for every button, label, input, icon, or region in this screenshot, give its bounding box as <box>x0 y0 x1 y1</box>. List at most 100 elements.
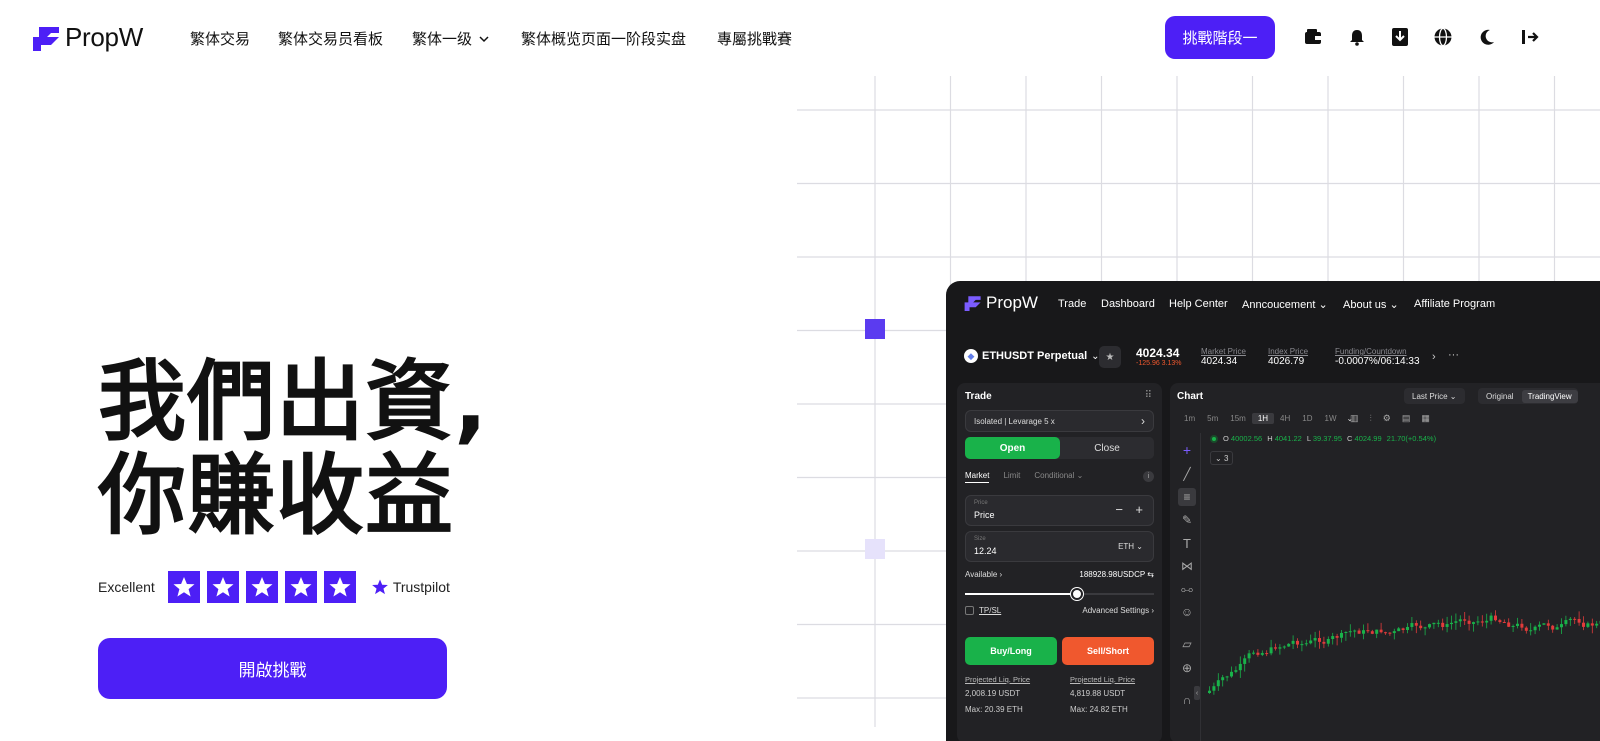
tpsl-checkbox[interactable] <box>965 606 974 615</box>
nav-item-trade[interactable]: 繁体交易 <box>190 28 250 49</box>
drag-handle-icon[interactable]: ⠿ <box>1145 390 1152 401</box>
measure-lines-icon[interactable]: ⧟ <box>1178 580 1196 598</box>
tpsl-label: TP/SL <box>979 606 1001 615</box>
interval-tab-5m[interactable]: 5m <box>1201 413 1224 424</box>
view-tab-original[interactable]: Original <box>1478 392 1522 401</box>
start-challenge-button[interactable]: 開啟挑戰 <box>98 638 447 699</box>
candle-type-icon[interactable]: ▥ <box>1350 413 1359 424</box>
app-nav-about-us[interactable]: About us ⌄ <box>1343 298 1399 311</box>
nav-item-overview[interactable]: 繁体概览页面一阶段实盘 <box>521 28 686 49</box>
ruler-icon[interactable]: ▱ <box>1178 635 1196 653</box>
trustpilot-brand[interactable]: Trustpilot <box>371 578 450 596</box>
candlestick-chart[interactable] <box>1204 503 1600 741</box>
chevron-right-icon[interactable]: › <box>1432 351 1436 363</box>
app-nav-help-center[interactable]: Help Center <box>1169 298 1228 310</box>
app-nav-dashboard[interactable]: Dashboard <box>1101 298 1155 310</box>
candle-body <box>1296 641 1299 645</box>
challenge-phase-one-button[interactable]: 挑戰階段一 <box>1165 16 1275 59</box>
close-tab[interactable]: Close <box>1060 437 1154 459</box>
buy-long-button[interactable]: Buy/Long <box>965 637 1057 665</box>
app-nav-trade[interactable]: Trade <box>1058 298 1086 310</box>
nav-item-trader-board[interactable]: 繁体交易员看板 <box>278 28 383 49</box>
app-nav-announcement[interactable]: Anncoucement ⌄ <box>1242 298 1328 311</box>
collapse-toolbar-handle[interactable]: ‹ <box>1194 686 1200 700</box>
moon-icon[interactable] <box>1475 25 1499 49</box>
settings-gear-icon[interactable]: ⚙ <box>1383 413 1391 424</box>
candle-body <box>1336 636 1339 638</box>
text-tool-icon[interactable]: T <box>1178 534 1196 552</box>
wallet-icon[interactable] <box>1301 25 1325 49</box>
indicator-icon[interactable]: ⫶ <box>1370 413 1372 424</box>
brand-logo[interactable]: PropW <box>31 22 143 53</box>
size-field[interactable]: Size 12.24 ETH ⌄ <box>965 531 1154 562</box>
advanced-settings-link[interactable]: Advanced Settings › <box>1082 606 1154 615</box>
bell-icon[interactable] <box>1345 25 1369 49</box>
trade-panel: Trade ⠿ Isolated | Levarage 5 x › Open C… <box>957 383 1162 741</box>
size-slider-handle[interactable] <box>1071 588 1083 600</box>
chart-title: Chart <box>1177 391 1203 402</box>
order-tab-conditional[interactable]: Conditional ⌄ <box>1034 471 1083 483</box>
document-icon[interactable]: ▤ <box>1402 413 1411 424</box>
plus-icon[interactable]: + <box>1135 502 1143 517</box>
trustpilot-rating: Excellent Trustpilot <box>98 571 450 603</box>
order-tab-market[interactable]: Market <box>965 471 989 483</box>
globe-icon[interactable] <box>1431 25 1455 49</box>
trendline-icon[interactable]: ╱ <box>1178 465 1196 483</box>
candle-body <box>1375 630 1378 634</box>
price-mode-selector[interactable]: Last Price ⌄ <box>1404 388 1465 404</box>
view-tab-tradingview[interactable]: TradingView <box>1522 390 1578 403</box>
interval-tab-15m[interactable]: 15m <box>1224 413 1252 424</box>
sell-short-button[interactable]: Sell/Short <box>1062 637 1154 665</box>
app-brand-name: PropW <box>986 293 1038 313</box>
candle-body <box>1547 623 1550 625</box>
interval-tab-4h[interactable]: 4H <box>1274 413 1296 424</box>
order-tab-limit[interactable]: Limit <box>1003 471 1020 483</box>
series-dot-icon <box>1210 435 1218 443</box>
last-price-block: 4024.34 -125.96 3.13% <box>1136 346 1182 367</box>
candle-body <box>1212 686 1215 691</box>
logout-icon[interactable] <box>1518 25 1542 49</box>
indicator-collapse-toggle[interactable]: ⌄ 3 <box>1210 451 1233 465</box>
app-navigation: PropW Trade Dashboard Help Center Anncou… <box>946 281 1600 327</box>
order-type-tabs: Market Limit Conditional ⌄ <box>965 471 1083 483</box>
max-size-buy: Max: 20.39 ETH <box>965 705 1023 714</box>
candle-body <box>1494 616 1497 621</box>
brush-icon[interactable]: ✎ <box>1178 511 1196 529</box>
candle-body <box>1327 639 1330 644</box>
interval-tab-1d[interactable]: 1D <box>1296 413 1318 424</box>
more-icon[interactable]: ··· <box>1448 349 1459 361</box>
nav-item-level-one[interactable]: 繁体一级 <box>412 28 490 49</box>
favorite-star-icon[interactable]: ★ <box>1099 346 1121 368</box>
candle-body <box>1441 623 1444 627</box>
emoji-icon[interactable]: ☺ <box>1178 603 1196 621</box>
candle-body <box>1366 630 1369 631</box>
pattern-icon[interactable]: ⋈ <box>1178 557 1196 575</box>
interval-tab-1m[interactable]: 1m <box>1178 413 1201 424</box>
horizontal-lines-icon[interactable]: ≡ <box>1178 488 1196 506</box>
open-tab[interactable]: Open <box>965 437 1060 459</box>
crosshair-icon[interactable]: + <box>1178 441 1196 459</box>
interval-tab-1h[interactable]: 1H <box>1252 413 1274 424</box>
candle-body <box>1349 631 1352 632</box>
toolbar-divider <box>1200 433 1201 741</box>
candle-body <box>1252 653 1255 654</box>
candle-body <box>1419 626 1422 628</box>
candle-body <box>1503 622 1506 623</box>
calendar-icon[interactable]: ▦ <box>1421 413 1430 424</box>
app-nav-affiliate[interactable]: Affiliate Program <box>1414 298 1495 310</box>
nav-item-exclusive-challenge[interactable]: 專屬挑戰賽 <box>717 28 792 49</box>
price-field[interactable]: Price Price − + <box>965 495 1154 526</box>
candle-body <box>1344 632 1347 633</box>
ticker-bar: ◆ ETHUSDT Perpetual ⌄ ★ 4024.34 -125.96 … <box>946 343 1600 373</box>
decor-square-purple <box>865 319 885 339</box>
margin-leverage-selector[interactable]: Isolated | Levarage 5 x › <box>965 410 1154 432</box>
info-icon[interactable]: i <box>1143 471 1154 482</box>
symbol-selector[interactable]: ◆ ETHUSDT Perpetual ⌄ <box>964 349 1100 363</box>
minus-icon[interactable]: − <box>1115 502 1123 517</box>
download-icon[interactable] <box>1388 25 1412 49</box>
zoom-in-icon[interactable]: ⊕ <box>1178 659 1196 677</box>
app-logo[interactable]: PropW <box>963 293 1038 313</box>
size-unit-selector[interactable]: ETH ⌄ <box>1118 542 1143 551</box>
candle-body <box>1287 644 1290 647</box>
interval-tab-1w[interactable]: 1W <box>1319 413 1343 424</box>
